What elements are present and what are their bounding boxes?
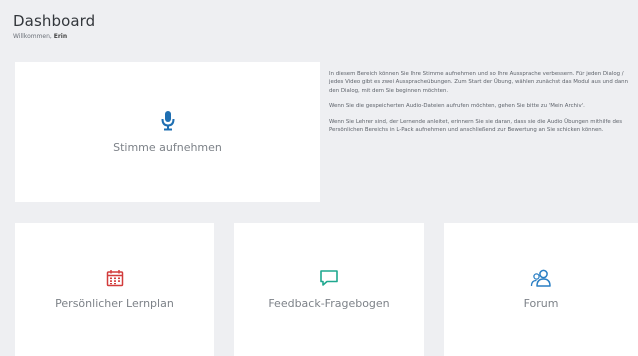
tile-learning-plan-label: Persönlicher Lernplan [55, 297, 174, 310]
welcome-text: Willkommen, Erin [13, 33, 95, 40]
tile-forum-label: Forum [523, 297, 559, 310]
tile-forum[interactable]: Forum [444, 223, 638, 356]
tile-feedback[interactable]: Feedback-Fragebogen [234, 223, 424, 356]
info-paragraph-2: Wenn Sie die gespeicherten Audio-Dateien… [329, 103, 585, 110]
speech-bubble-icon [320, 270, 338, 286]
calendar-icon [106, 270, 123, 287]
record-info-text: In diesem Bereich können Sie Ihre Stimme… [329, 70, 634, 141]
info-paragraph-1: In diesem Bereich können Sie Ihre Stimme… [329, 71, 629, 94]
tile-feedback-label: Feedback-Fragebogen [268, 297, 390, 310]
record-voice-label: Stimme aufnehmen [113, 140, 222, 154]
user-name: Erin [53, 33, 68, 40]
page-header: Dashboard Willkommen, Erin [13, 12, 95, 40]
page-title: Dashboard [13, 12, 96, 30]
users-icon [530, 269, 551, 287]
welcome-prefix: Willkommen, [13, 33, 52, 40]
tile-learning-plan[interactable]: Persönlicher Lernplan [15, 223, 214, 356]
info-paragraph-3: Wenn Sie Lehrer sind, der Lernende anlei… [329, 118, 623, 133]
microphone-icon [161, 110, 174, 130]
record-voice-card[interactable]: Stimme aufnehmen [15, 62, 320, 202]
